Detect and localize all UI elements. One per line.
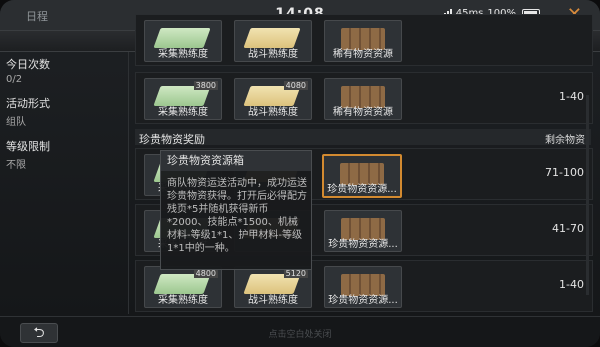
level-range: 71-100	[545, 166, 584, 179]
section-title: 珍贵物资奖励	[139, 133, 205, 146]
reward-row: 采集熟练度 战斗熟练度 稀有物资资源	[135, 14, 593, 66]
reward-item[interactable]: 4080 战斗熟练度	[234, 78, 312, 120]
info-value: 不限	[6, 160, 26, 171]
info-level: 等级限制 不限	[6, 138, 122, 171]
info-panel: 今日次数 0/2 活动形式 组队 等级限制 不限	[6, 52, 122, 314]
section-header: 珍贵物资奖励 剩余物资	[135, 129, 591, 146]
info-value: 组队	[6, 117, 26, 128]
close-hint: 点击空白处关闭	[268, 330, 332, 340]
reward-item[interactable]: 采集熟练度	[144, 20, 222, 62]
reward-item[interactable]: 4800 采集熟练度	[144, 266, 222, 308]
reward-item[interactable]: 战斗熟练度	[234, 20, 312, 62]
reward-row: 3800 采集熟练度 4080 战斗熟练度 稀有物资资源 1-40	[135, 72, 593, 124]
level-range: 1-40	[559, 90, 584, 103]
reward-item[interactable]: 稀有物资资源	[324, 20, 402, 62]
tooltip-description: 商队物资运送活动中，成功运送珍贵物资获得。打开后必得配方残页*5并随机获得新币*…	[167, 178, 307, 254]
info-value: 0/2	[6, 74, 23, 85]
reward-item[interactable]: 5120 战斗熟练度	[234, 266, 312, 308]
reward-item[interactable]: 珍贵物资资源...	[324, 266, 402, 308]
info-form: 活动形式 组队	[6, 95, 122, 128]
info-label: 今日次数	[6, 58, 50, 71]
reward-item[interactable]: 3800 采集熟练度	[144, 78, 222, 120]
scrollbar[interactable]	[586, 95, 589, 295]
reward-item[interactable]: 稀有物资资源	[324, 78, 402, 120]
info-times: 今日次数 0/2	[6, 56, 122, 85]
level-range: 1-40	[559, 278, 584, 291]
reward-item[interactable]: 珍贵物资资源...	[324, 210, 402, 252]
item-tooltip: 珍贵物资资源箱 商队物资运送活动中，成功运送珍贵物资获得。打开后必得配方残页*5…	[160, 150, 312, 270]
quantity-badge: 4800	[193, 269, 218, 278]
level-range: 41-70	[552, 222, 584, 235]
reward-item-selected[interactable]: 珍贵物资资源...	[322, 154, 402, 198]
quantity-badge: 3800	[193, 81, 218, 90]
info-label: 等级限制	[6, 140, 50, 153]
quantity-badge: 5120	[283, 269, 308, 278]
info-label: 活动形式	[6, 97, 50, 110]
tooltip-title: 珍贵物资资源箱	[161, 151, 311, 171]
game-window: 日程 14:08 45ms 100% ✕ 商队物资运送 今日次数 0/2 活动形…	[0, 0, 600, 347]
section-right-label: 剩余物资	[545, 135, 585, 146]
quantity-badge: 4080	[283, 81, 308, 90]
bottom-bar: ⮌ 点击空白处关闭	[0, 316, 600, 347]
